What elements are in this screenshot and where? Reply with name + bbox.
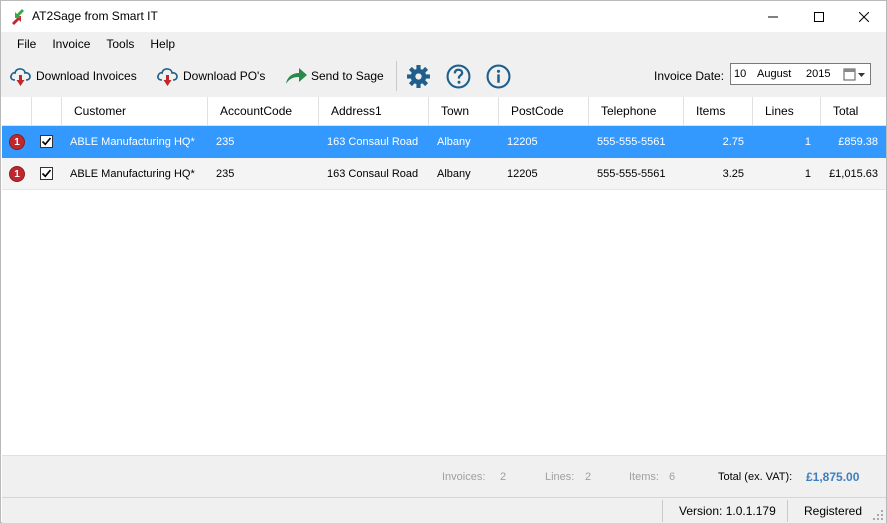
main-window: AT2Sage from Smart IT File Invoice Tools… bbox=[0, 0, 887, 523]
toolbar: Download Invoices Download PO's Send to … bbox=[1, 55, 886, 97]
total-ex-vat-label: Total (ex. VAT): bbox=[718, 471, 793, 483]
cell-items: 3.25 bbox=[722, 168, 744, 180]
column-header-address1[interactable]: Address1 bbox=[319, 97, 429, 126]
send-to-sage-button[interactable]: Send to Sage bbox=[284, 64, 384, 88]
menu-help[interactable]: Help bbox=[142, 34, 183, 54]
status-bar: Version: 1.0.1.179 Registered bbox=[2, 497, 886, 523]
cell-telephone: 555-555-5561 bbox=[597, 136, 666, 148]
menu-bar: File Invoice Tools Help bbox=[1, 32, 886, 55]
error-badge-icon[interactable]: 1 bbox=[9, 166, 25, 182]
column-header-postcode[interactable]: PostCode bbox=[499, 97, 589, 126]
maximize-icon bbox=[814, 11, 824, 22]
cell-accountcode: 235 bbox=[216, 168, 235, 180]
cell-customer: ABLE Manufacturing HQ* bbox=[70, 136, 195, 148]
column-header-customer[interactable]: Customer bbox=[62, 97, 208, 126]
error-badge-icon[interactable]: 1 bbox=[9, 134, 25, 150]
grid-header: Customer AccountCode Address1 Town PostC… bbox=[2, 97, 886, 126]
table-row[interactable]: 1 ABLE Manufacturing HQ* 235 163 Consaul… bbox=[2, 126, 886, 158]
items-count-label: Items: bbox=[629, 471, 659, 483]
lines-count-label: Lines: bbox=[545, 471, 575, 483]
cloud-download-icon bbox=[10, 68, 31, 86]
menu-invoice[interactable]: Invoice bbox=[44, 34, 98, 54]
cell-postcode: 12205 bbox=[507, 136, 538, 148]
window-title: AT2Sage from Smart IT bbox=[32, 9, 158, 23]
download-invoices-label: Download Invoices bbox=[36, 69, 137, 83]
minimize-icon bbox=[768, 16, 778, 17]
send-to-sage-label: Send to Sage bbox=[311, 69, 384, 83]
send-arrow-icon bbox=[286, 68, 307, 84]
cell-telephone: 555-555-5561 bbox=[597, 168, 666, 180]
column-header-telephone[interactable]: Telephone bbox=[589, 97, 684, 126]
download-pos-label: Download PO's bbox=[183, 69, 266, 83]
summary-bar: Invoices: 2 Lines: 2 Items: 6 Total (ex.… bbox=[2, 455, 886, 497]
cell-town: Albany bbox=[437, 136, 471, 148]
help-icon[interactable] bbox=[446, 64, 471, 89]
cell-address1: 163 Consaul Road bbox=[327, 136, 419, 148]
title-bar[interactable]: AT2Sage from Smart IT bbox=[1, 1, 886, 32]
maximize-button[interactable] bbox=[796, 1, 842, 32]
invoices-count-value: 2 bbox=[500, 471, 507, 483]
total-ex-vat-value: £1,875.00 bbox=[806, 470, 860, 484]
info-icon[interactable] bbox=[486, 64, 511, 89]
close-button[interactable] bbox=[841, 1, 887, 32]
gear-icon[interactable] bbox=[406, 64, 431, 89]
date-month[interactable]: August bbox=[757, 68, 791, 80]
row-checkbox[interactable] bbox=[40, 135, 53, 148]
cell-accountcode: 235 bbox=[216, 136, 235, 148]
column-header-total[interactable]: Total bbox=[821, 97, 886, 126]
cell-postcode: 12205 bbox=[507, 168, 538, 180]
menu-tools[interactable]: Tools bbox=[98, 34, 142, 54]
checkmark-icon bbox=[41, 137, 52, 146]
row-checkbox[interactable] bbox=[40, 167, 53, 180]
lines-count-value: 2 bbox=[585, 471, 592, 483]
cell-total: £859.38 bbox=[838, 136, 878, 148]
column-header-error[interactable] bbox=[2, 97, 32, 126]
app-logo-icon bbox=[12, 9, 24, 25]
minimize-button[interactable] bbox=[750, 1, 796, 32]
toolbar-separator bbox=[396, 61, 397, 91]
cell-total: £1,015.63 bbox=[829, 168, 878, 180]
cell-town: Albany bbox=[437, 168, 471, 180]
cloud-download-icon bbox=[157, 68, 178, 86]
invoice-grid[interactable]: Customer AccountCode Address1 Town PostC… bbox=[2, 97, 886, 455]
download-invoices-button[interactable]: Download Invoices bbox=[9, 64, 137, 88]
items-count-value: 6 bbox=[669, 471, 676, 483]
table-row[interactable]: 1 ABLE Manufacturing HQ* 235 163 Consaul… bbox=[2, 158, 886, 190]
close-icon bbox=[859, 11, 869, 22]
cell-lines: 1 bbox=[804, 136, 811, 148]
column-header-select[interactable] bbox=[32, 97, 62, 126]
menu-file[interactable]: File bbox=[9, 34, 44, 54]
registration-status: Registered bbox=[787, 500, 873, 522]
cell-customer: ABLE Manufacturing HQ* bbox=[70, 168, 195, 180]
cell-address1: 163 Consaul Road bbox=[327, 168, 419, 180]
column-header-items[interactable]: Items bbox=[684, 97, 753, 126]
column-header-town[interactable]: Town bbox=[429, 97, 499, 126]
download-pos-button[interactable]: Download PO's bbox=[156, 64, 265, 88]
calendar-dropdown-icon[interactable] bbox=[843, 67, 867, 82]
checkmark-icon bbox=[41, 169, 52, 178]
invoice-date-picker[interactable]: 10 August 2015 bbox=[730, 63, 871, 85]
invoices-count-label: Invoices: bbox=[442, 471, 486, 483]
cell-items: 2.75 bbox=[722, 136, 744, 148]
column-header-lines[interactable]: Lines bbox=[753, 97, 821, 126]
column-header-accountcode[interactable]: AccountCode bbox=[208, 97, 319, 126]
resize-grip-icon[interactable] bbox=[872, 509, 884, 521]
date-day[interactable]: 10 bbox=[734, 68, 746, 80]
version-status: Version: 1.0.1.179 bbox=[662, 500, 787, 522]
date-year[interactable]: 2015 bbox=[806, 68, 830, 80]
invoice-date-label: Invoice Date: bbox=[654, 69, 725, 83]
cell-lines: 1 bbox=[804, 168, 811, 180]
